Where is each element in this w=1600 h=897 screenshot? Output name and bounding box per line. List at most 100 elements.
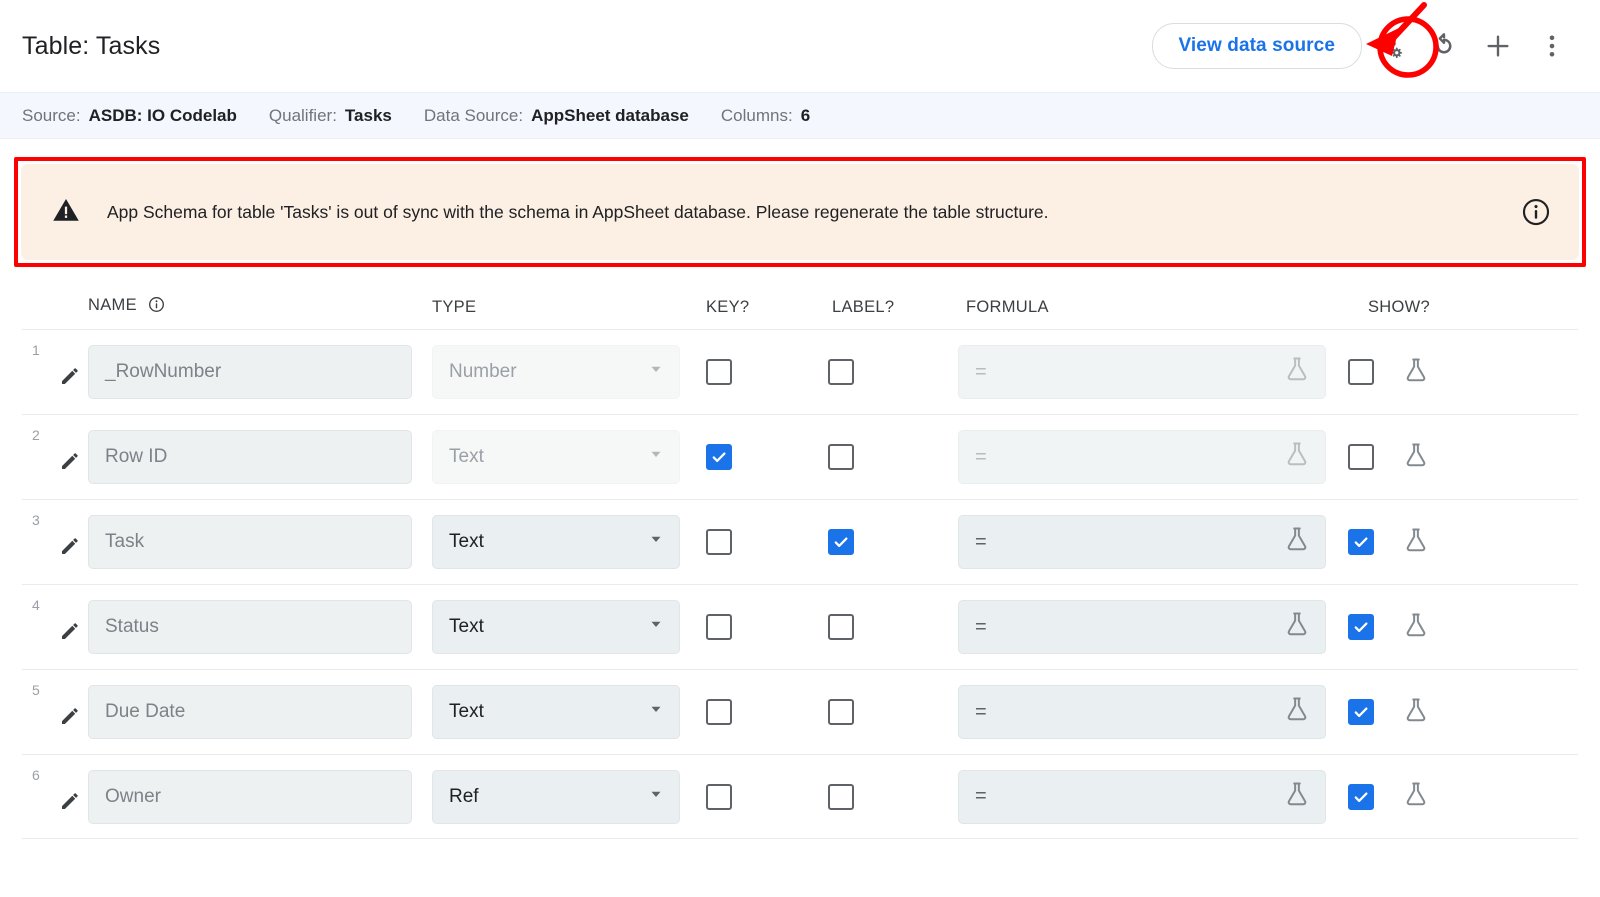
- label-checkbox[interactable]: [828, 444, 854, 470]
- chevron-down-icon: [647, 785, 665, 809]
- column-type-value: Text: [449, 616, 484, 638]
- show-cell: [1336, 441, 1496, 474]
- column-type-select[interactable]: Ref: [432, 770, 680, 824]
- row-index-cell: 1: [22, 330, 88, 414]
- name-cell: Task: [88, 515, 432, 569]
- info-item-data-source: Data Source: AppSheet database: [424, 106, 689, 126]
- schema-warning-annotation-box: App Schema for table 'Tasks' is out of s…: [14, 157, 1586, 267]
- info-item-qualifier: Qualifier: Tasks: [269, 106, 392, 126]
- column-name-input[interactable]: Due Date: [88, 685, 412, 739]
- info-circle-icon[interactable]: [1521, 197, 1551, 227]
- show-checkbox[interactable]: [1348, 699, 1374, 725]
- type-cell: Text: [432, 430, 702, 484]
- row-number: 1: [32, 342, 40, 358]
- label-checkbox[interactable]: [828, 784, 854, 810]
- formula-input[interactable]: =: [958, 685, 1326, 739]
- column-header-name-label: NAME: [88, 296, 137, 314]
- column-type-select[interactable]: Text: [432, 685, 680, 739]
- key-checkbox[interactable]: [706, 699, 732, 725]
- page-title: Table: Tasks: [22, 32, 160, 61]
- flask-icon[interactable]: [1402, 356, 1430, 389]
- show-checkbox[interactable]: [1348, 614, 1374, 640]
- label-cell: [824, 359, 946, 385]
- key-checkbox[interactable]: [706, 444, 732, 470]
- flask-icon[interactable]: [1283, 610, 1311, 644]
- column-name-input[interactable]: Task: [88, 515, 412, 569]
- info-value: AppSheet database: [531, 106, 689, 126]
- flask-icon[interactable]: [1402, 780, 1430, 813]
- column-name-input[interactable]: Row ID: [88, 430, 412, 484]
- column-type-select[interactable]: Number: [432, 345, 680, 399]
- column-name-input[interactable]: _RowNumber: [88, 345, 412, 399]
- type-cell: Number: [432, 345, 702, 399]
- column-type-select[interactable]: Text: [432, 600, 680, 654]
- refresh-icon[interactable]: [1418, 20, 1470, 72]
- key-checkbox[interactable]: [706, 614, 732, 640]
- flask-icon[interactable]: [1402, 696, 1430, 729]
- formula-input[interactable]: =: [958, 430, 1326, 484]
- show-cell: [1336, 780, 1496, 813]
- info-label: Source:: [22, 106, 81, 126]
- more-vert-icon[interactable]: [1526, 20, 1578, 72]
- type-cell: Ref: [432, 770, 702, 824]
- row-number: 2: [32, 427, 40, 443]
- info-label: Columns:: [721, 106, 793, 126]
- show-checkbox[interactable]: [1348, 444, 1374, 470]
- show-checkbox[interactable]: [1348, 529, 1374, 555]
- key-checkbox[interactable]: [706, 784, 732, 810]
- formula-input[interactable]: =: [958, 345, 1326, 399]
- pencil-icon[interactable]: [58, 534, 82, 563]
- pencil-icon[interactable]: [58, 704, 82, 733]
- column-name-input[interactable]: Owner: [88, 770, 412, 824]
- formula-input[interactable]: =: [958, 600, 1326, 654]
- pencil-icon[interactable]: [58, 789, 82, 818]
- flask-icon[interactable]: [1283, 780, 1311, 814]
- name-cell: Owner: [88, 770, 432, 824]
- table-row: 3TaskText=: [22, 499, 1578, 584]
- flask-icon[interactable]: [1283, 525, 1311, 559]
- info-item-source: Source: ASDB: IO Codelab: [22, 106, 237, 126]
- label-checkbox[interactable]: [828, 529, 854, 555]
- key-cell: [702, 359, 824, 385]
- show-checkbox[interactable]: [1348, 359, 1374, 385]
- label-checkbox[interactable]: [828, 699, 854, 725]
- chevron-down-icon: [647, 445, 665, 469]
- info-circle-icon[interactable]: [148, 296, 165, 318]
- chevron-down-icon: [647, 615, 665, 639]
- column-name-input[interactable]: Status: [88, 600, 412, 654]
- key-checkbox[interactable]: [706, 529, 732, 555]
- view-data-source-button[interactable]: View data source: [1152, 23, 1363, 69]
- column-type-select[interactable]: Text: [432, 430, 680, 484]
- table-row: 5Due DateText=: [22, 669, 1578, 754]
- key-checkbox[interactable]: [706, 359, 732, 385]
- info-value: ASDB: IO Codelab: [89, 106, 237, 126]
- table-row: 1 _RowNumber Number =: [22, 329, 1578, 414]
- column-type-select[interactable]: Text: [432, 515, 680, 569]
- formula-value: =: [975, 531, 987, 554]
- database-settings-icon[interactable]: [1364, 20, 1416, 72]
- schema-warning-banner: App Schema for table 'Tasks' is out of s…: [21, 164, 1579, 260]
- flask-icon[interactable]: [1283, 695, 1311, 729]
- formula-input[interactable]: =: [958, 515, 1326, 569]
- column-header-show: SHOW?: [1356, 298, 1528, 317]
- flask-icon[interactable]: [1283, 440, 1311, 474]
- flask-icon[interactable]: [1402, 526, 1430, 559]
- label-checkbox[interactable]: [828, 359, 854, 385]
- pencil-icon[interactable]: [58, 364, 82, 393]
- flask-icon[interactable]: [1283, 355, 1311, 389]
- flask-icon[interactable]: [1402, 611, 1430, 644]
- flask-icon[interactable]: [1402, 441, 1430, 474]
- formula-cell: =: [946, 430, 1336, 484]
- label-checkbox[interactable]: [828, 614, 854, 640]
- label-cell: [824, 699, 946, 725]
- column-header-formula: FORMULA: [954, 298, 1356, 317]
- pencil-icon[interactable]: [58, 449, 82, 478]
- show-checkbox[interactable]: [1348, 784, 1374, 810]
- table-row: 4StatusText=: [22, 584, 1578, 669]
- table-info-bar: Source: ASDB: IO Codelab Qualifier: Task…: [0, 92, 1600, 139]
- plus-icon[interactable]: [1472, 20, 1524, 72]
- pencil-icon[interactable]: [58, 619, 82, 648]
- name-cell: Due Date: [88, 685, 432, 739]
- formula-input[interactable]: =: [958, 770, 1326, 824]
- formula-value: =: [975, 616, 987, 639]
